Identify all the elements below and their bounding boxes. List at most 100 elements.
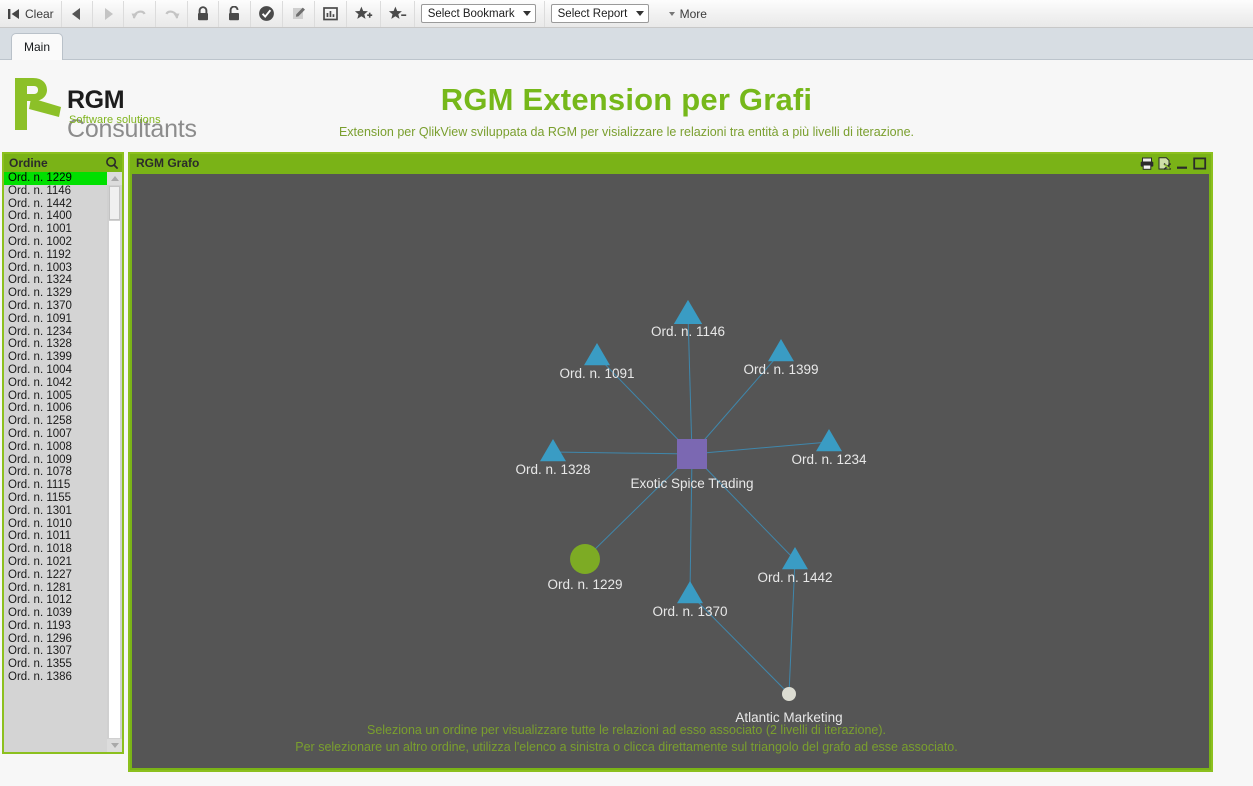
edit-script-button[interactable] [283,0,314,27]
graph-node-label: Ord. n. 1442 [757,570,832,585]
undo-button[interactable] [124,0,155,27]
listbox-item[interactable]: Ord. n. 1006 [4,402,107,415]
listbox-item[interactable]: Ord. n. 1042 [4,377,107,390]
node-shape-triangle[interactable] [584,343,610,366]
listbox-item[interactable]: Ord. n. 1399 [4,351,107,364]
node-shape-circle[interactable] [570,544,600,574]
remove-bookmark-button[interactable] [381,0,414,27]
clear-button[interactable]: Clear [0,0,61,27]
graph-node[interactable]: Exotic Spice Trading [630,439,754,491]
listbox-item[interactable]: Ord. n. 1008 [4,441,107,454]
graph-node[interactable]: Ord. n. 1229 [547,544,623,592]
scrollbar-track[interactable] [109,221,120,738]
node-shape-triangle[interactable] [673,299,703,325]
listbox-item[interactable]: Ord. n. 1007 [4,428,107,441]
scroll-up-button[interactable] [107,172,122,185]
footer-line-2: Per selezionare un altro ordine, utilizz… [295,740,958,754]
listbox-item[interactable]: Ord. n. 1002 [4,236,107,249]
listbox-title: Ordine [9,156,48,170]
toolbar-divider [543,0,545,27]
node-shape-triangle[interactable] [816,429,842,452]
graph-node[interactable]: Ord. n. 1442 [757,547,833,585]
listbox-item[interactable]: Ord. n. 1192 [4,249,107,262]
listbox-item[interactable]: Ord. n. 1234 [4,326,107,339]
listbox-item[interactable]: Ord. n. 1329 [4,287,107,300]
graph-node[interactable]: Ord. n. 1328 [515,439,591,477]
node-shape-square[interactable] [677,439,707,469]
listbox-item[interactable]: Ord. n. 1442 [4,198,107,211]
listbox-item[interactable]: Ord. n. 1012 [4,594,107,607]
chart-button[interactable] [315,0,346,27]
more-button[interactable]: More [661,7,707,21]
listbox-item[interactable]: Ord. n. 1281 [4,582,107,595]
forward-button[interactable] [93,0,123,27]
listbox-scrollbar[interactable] [107,172,122,752]
tab-main[interactable]: Main [11,33,63,60]
node-shape-triangle[interactable] [768,339,794,362]
listbox-item[interactable]: Ord. n. 1011 [4,530,107,543]
listbox-item[interactable]: Ord. n. 1003 [4,262,107,275]
select-bookmark-dropdown[interactable]: Select Bookmark [420,4,536,23]
add-bookmark-button[interactable] [347,0,380,27]
listbox-item[interactable]: Ord. n. 1301 [4,505,107,518]
clear-copy-icon[interactable] [1158,156,1172,170]
node-shape-triangle[interactable] [677,581,703,604]
node-shape-circle[interactable] [782,687,796,701]
listbox-item[interactable]: Ord. n. 1018 [4,543,107,556]
listbox-item[interactable]: Ord. n. 1010 [4,518,107,531]
lock-selections-button[interactable] [188,0,218,27]
listbox-item[interactable]: Ord. n. 1227 [4,569,107,582]
listbox-item[interactable]: Ord. n. 1229 [4,172,107,185]
graph-canvas[interactable]: Exotic Spice Trading Ord. n. 1146 Ord. n. … [132,174,1209,768]
listbox-item[interactable]: Ord. n. 1091 [4,313,107,326]
listbox-item[interactable]: Ord. n. 1078 [4,466,107,479]
listbox-item[interactable]: Ord. n. 1039 [4,607,107,620]
select-report-dropdown[interactable]: Select Report [550,4,649,23]
listbox-item[interactable]: Ord. n. 1386 [4,671,107,684]
listbox-item[interactable]: Ord. n. 1400 [4,210,107,223]
listbox-item[interactable]: Ord. n. 1258 [4,415,107,428]
node-shape-triangle[interactable] [540,439,566,462]
listbox-item[interactable]: Ord. n. 1355 [4,658,107,671]
listbox-item[interactable]: Ord. n. 1005 [4,390,107,403]
undo-icon [131,6,148,22]
listbox-item[interactable]: Ord. n. 1115 [4,479,107,492]
footer-line-1: Seleziona un ordine per visualizzare tut… [366,723,887,737]
listbox-item[interactable]: Ord. n. 1155 [4,492,107,505]
listbox-ordine[interactable]: Ordine Ord. n. 1229 Ord. n. 1146 Ord. n. 1… [2,152,124,754]
redo-button[interactable] [156,0,187,27]
listbox-item[interactable]: Ord. n. 1328 [4,338,107,351]
graph-node-label: Ord. n. 1091 [559,366,634,381]
search-magnifier-icon[interactable] [105,156,119,170]
graph-node[interactable]: Ord. n. 1399 [743,339,819,377]
current-selections-button[interactable] [251,0,282,27]
unlock-selections-button[interactable] [219,0,250,27]
graph-node[interactable]: Ord. n. 1234 [791,429,867,467]
listbox-item[interactable]: Ord. n. 1009 [4,454,107,467]
listbox-item[interactable]: Ord. n. 1307 [4,645,107,658]
listbox-item[interactable]: Ord. n. 1146 [4,185,107,198]
graph-node-label: Exotic Spice Trading [630,476,753,491]
scrollbar-thumb[interactable] [109,186,120,220]
graph-node[interactable]: Ord. n. 1370 [652,581,728,619]
listbox-item[interactable]: Ord. n. 1193 [4,620,107,633]
print-icon[interactable] [1140,157,1154,170]
graph-node[interactable]: Atlantic Marketing [735,687,843,725]
listbox-item[interactable]: Ord. n. 1324 [4,274,107,287]
listbox-item[interactable]: Ord. n. 1004 [4,364,107,377]
minimize-icon[interactable] [1176,157,1189,170]
forward-arrow-icon [100,6,116,22]
network-graph[interactable]: Exotic Spice Trading Ord. n. 1146 Ord. n. … [132,174,1209,768]
clear-icon [7,7,21,21]
back-button[interactable] [62,0,92,27]
more-label: More [679,6,707,21]
chevron-down-icon [668,11,675,16]
listbox-item[interactable]: Ord. n. 1296 [4,633,107,646]
listbox-body: Ord. n. 1229 Ord. n. 1146 Ord. n. 1442 Ord.… [4,172,122,752]
listbox-item[interactable]: Ord. n. 1001 [4,223,107,236]
listbox-item[interactable]: Ord. n. 1370 [4,300,107,313]
graph-node[interactable]: Ord. n. 1146 [651,299,725,339]
maximize-icon[interactable] [1193,156,1207,170]
listbox-item[interactable]: Ord. n. 1021 [4,556,107,569]
graph-node[interactable]: Ord. n. 1091 [559,343,635,381]
